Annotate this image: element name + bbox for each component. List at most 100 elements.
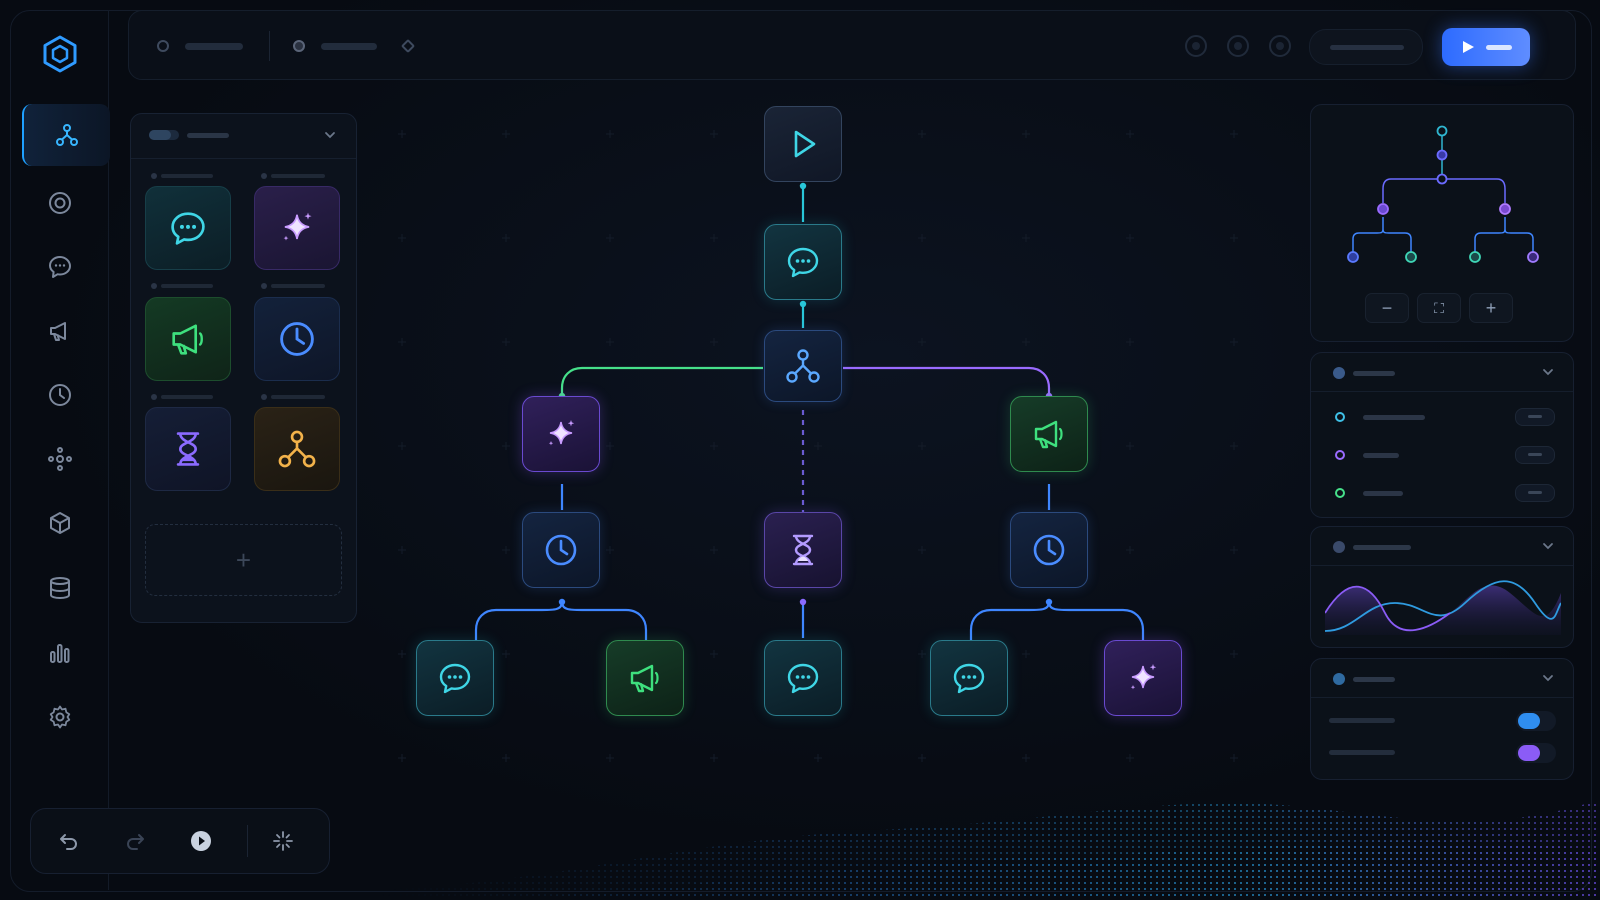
divider <box>247 825 248 857</box>
chevron-down-icon[interactable] <box>1541 539 1555 553</box>
palette-tile-branch[interactable] <box>254 407 340 491</box>
node-ai[interactable] <box>1104 640 1182 716</box>
redo-button[interactable] <box>119 825 151 857</box>
sparkle-icon <box>273 831 293 851</box>
metrics-panel <box>1310 526 1574 648</box>
diamond-icon <box>400 38 416 54</box>
megaphone-icon <box>630 664 659 693</box>
fit-view-icon: ⛶ <box>1434 299 1444 316</box>
chat-icon <box>953 663 985 694</box>
node-broadcast[interactable] <box>606 640 684 716</box>
plus-icon: + <box>1485 297 1497 318</box>
action-icon[interactable] <box>1185 35 1207 57</box>
target-icon <box>49 192 71 214</box>
breadcrumb-dot <box>293 40 305 52</box>
panel-indicator <box>1333 673 1345 685</box>
node-palette: + <box>130 113 357 623</box>
app-window: + − ⛶ + <box>0 0 1600 900</box>
node-message[interactable] <box>930 640 1008 716</box>
node-trigger[interactable] <box>764 106 842 182</box>
node-schedule[interactable] <box>522 512 600 588</box>
divider <box>269 31 270 61</box>
rail-item-integrations[interactable] <box>37 436 83 482</box>
flow-icon <box>56 124 78 146</box>
action-icon[interactable] <box>1227 35 1249 57</box>
node-delay[interactable] <box>764 512 842 588</box>
toggle-knob <box>1518 745 1540 761</box>
edge-port <box>799 598 807 606</box>
chat-icon <box>439 663 471 694</box>
breadcrumb-item[interactable] <box>185 43 243 50</box>
magic-button[interactable] <box>267 825 299 857</box>
panel-title <box>1353 677 1395 682</box>
megaphone-icon <box>172 324 203 355</box>
edge-port <box>799 300 807 308</box>
palette-tile-schedule[interactable] <box>254 297 340 381</box>
palette-tile-ai[interactable] <box>254 186 340 270</box>
variable-dot <box>1335 450 1345 460</box>
breadcrumb-item[interactable] <box>321 43 377 50</box>
variables-panel-header[interactable] <box>1311 353 1573 392</box>
rail-item-history[interactable] <box>37 372 83 418</box>
rail-item-settings[interactable] <box>37 694 83 740</box>
wave-chart <box>1325 580 1561 635</box>
play-button[interactable] <box>185 825 217 857</box>
workflow-canvas[interactable] <box>360 90 1290 790</box>
node-message[interactable] <box>764 224 842 300</box>
add-node-button[interactable]: + <box>145 524 342 596</box>
node-schedule[interactable] <box>1010 512 1088 588</box>
run-button[interactable] <box>1442 28 1530 66</box>
megaphone-icon <box>50 322 66 341</box>
node-ai[interactable] <box>522 396 600 472</box>
workflow-name-field[interactable] <box>1309 29 1423 65</box>
clock-icon <box>1033 534 1065 566</box>
metrics-panel-header[interactable] <box>1311 527 1573 566</box>
variable-value[interactable] <box>1515 446 1555 464</box>
variable-value[interactable] <box>1515 408 1555 426</box>
rail-item-workflows[interactable] <box>22 104 110 166</box>
chevron-down-icon[interactable] <box>323 128 337 142</box>
left-rail <box>10 10 110 890</box>
tile-label <box>151 394 213 400</box>
settings-panel-header[interactable] <box>1311 659 1573 698</box>
zoom-in-button[interactable]: + <box>1469 293 1513 323</box>
palette-title <box>187 133 229 138</box>
chat-icon <box>787 663 819 694</box>
rail-item-analytics[interactable] <box>37 630 83 676</box>
palette-header[interactable] <box>131 114 356 159</box>
node-message[interactable] <box>764 640 842 716</box>
rail-item-chat[interactable] <box>37 244 83 290</box>
zoom-out-button[interactable]: − <box>1365 293 1409 323</box>
palette-tile-delay[interactable] <box>145 407 231 491</box>
rail-item-database[interactable] <box>37 565 83 611</box>
sparkle-icon <box>548 420 575 446</box>
palette-toggle[interactable] <box>149 130 179 140</box>
clock-icon <box>49 384 71 406</box>
database-icon <box>50 577 70 600</box>
play-circle-icon <box>191 831 211 851</box>
palette-tile-message[interactable] <box>145 186 231 270</box>
rail-item-packages[interactable] <box>37 500 83 546</box>
variable-label <box>1363 491 1403 496</box>
node-split[interactable] <box>764 330 842 402</box>
action-icon[interactable] <box>1269 35 1291 57</box>
rail-item-target[interactable] <box>37 180 83 226</box>
fit-view-button[interactable]: ⛶ <box>1417 293 1461 323</box>
variable-value[interactable] <box>1515 484 1555 502</box>
rail-item-campaigns[interactable] <box>37 308 83 354</box>
setting-toggle[interactable] <box>1516 711 1556 731</box>
palette-tile-broadcast[interactable] <box>145 297 231 381</box>
minimap[interactable] <box>1311 105 1573 275</box>
edge-port <box>558 598 566 606</box>
undo-button[interactable] <box>53 825 85 857</box>
hourglass-icon <box>792 534 814 566</box>
play-icon <box>1463 41 1474 53</box>
megaphone-icon <box>1034 420 1063 449</box>
chat-icon <box>171 212 205 245</box>
chevron-down-icon[interactable] <box>1541 671 1555 685</box>
chat-icon <box>49 256 71 278</box>
node-message[interactable] <box>416 640 494 716</box>
chevron-down-icon[interactable] <box>1541 365 1555 379</box>
node-broadcast[interactable] <box>1010 396 1088 472</box>
hexagon-logo-icon <box>38 32 82 76</box>
